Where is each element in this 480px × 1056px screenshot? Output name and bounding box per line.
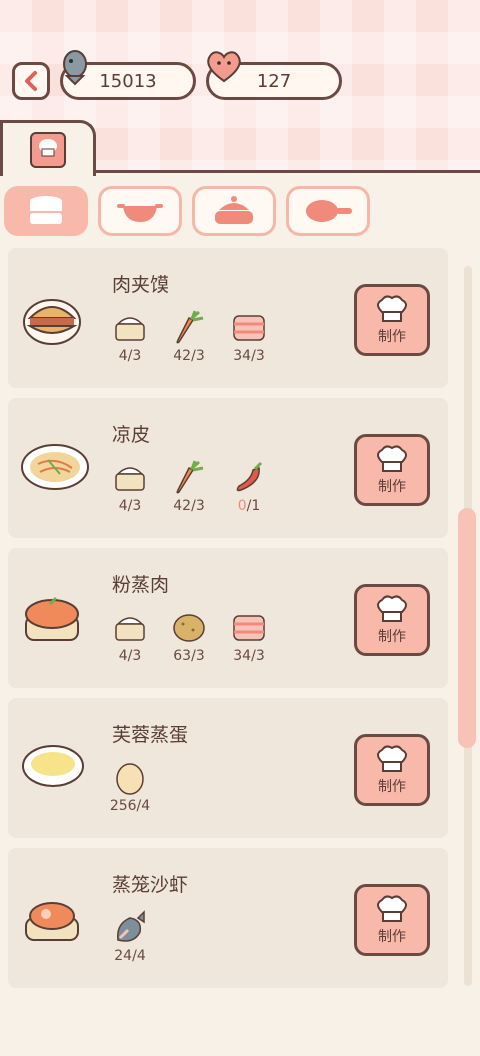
meat-icon bbox=[233, 315, 265, 341]
recipe-list: 肉夹馍 4/3 42/3 34/3 制作 凉皮 4/3 42/3 0/1 制作 … bbox=[0, 248, 480, 1056]
ingredient: 256/4 bbox=[100, 760, 160, 814]
fish-icon bbox=[117, 910, 145, 942]
make-button[interactable]: 制作 bbox=[354, 584, 430, 656]
carrot-icon bbox=[176, 460, 204, 494]
tab-recipe-book[interactable] bbox=[0, 120, 96, 176]
make-button[interactable]: 制作 bbox=[354, 284, 430, 356]
dish-name: 肉夹馍 bbox=[112, 274, 170, 296]
recipe-book-icon bbox=[30, 132, 66, 168]
recipe-card: 凉皮 4/3 42/3 0/1 制作 bbox=[8, 398, 448, 538]
heart-count: 127 bbox=[256, 70, 292, 92]
chef-hat-icon bbox=[377, 895, 407, 922]
dish-name: 蒸笼沙虾 bbox=[112, 874, 189, 896]
fish-icon bbox=[63, 50, 87, 86]
make-button[interactable]: 制作 bbox=[354, 434, 430, 506]
tab-pot[interactable] bbox=[192, 186, 276, 236]
tab-wok[interactable] bbox=[98, 186, 182, 236]
recipe-card: 芙蓉蒸蛋 256/4 制作 bbox=[8, 698, 448, 838]
ingredient-count: 4/3 bbox=[118, 648, 142, 664]
make-button-label: 制作 bbox=[378, 479, 406, 495]
potato-icon bbox=[173, 614, 205, 642]
steamed-egg-icon bbox=[22, 745, 84, 787]
fish-count: 15013 bbox=[99, 70, 157, 92]
make-button-label: 制作 bbox=[378, 629, 406, 645]
ingredient: 4/3 bbox=[100, 610, 160, 664]
ingredient-count: 4/3 bbox=[118, 348, 142, 364]
ingredient-count: 63/3 bbox=[173, 648, 205, 664]
tab-frying-pan[interactable] bbox=[286, 186, 370, 236]
chef-hat-icon bbox=[377, 745, 407, 772]
chevron-left-icon bbox=[25, 71, 37, 91]
ingredient-count: 42/3 bbox=[173, 348, 205, 364]
steamed-shrimp-icon bbox=[25, 902, 79, 941]
ingredient: 0/1 bbox=[219, 460, 279, 514]
ingredient-count: 24/4 bbox=[114, 948, 146, 964]
dish-name: 粉蒸肉 bbox=[112, 574, 170, 596]
roujiamo-icon bbox=[23, 299, 81, 345]
meat-icon bbox=[233, 615, 265, 641]
ingredient-count: 42/3 bbox=[173, 498, 205, 514]
scrollbar-thumb[interactable] bbox=[458, 508, 476, 748]
chili-icon bbox=[236, 461, 263, 492]
ingredient-count: 34/3 bbox=[233, 648, 265, 664]
chef-hat-icon bbox=[377, 595, 407, 622]
flour-icon bbox=[115, 317, 145, 341]
make-button-label: 制作 bbox=[378, 329, 406, 345]
tab-steamer[interactable] bbox=[4, 186, 88, 236]
chef-hat-icon bbox=[377, 295, 407, 322]
ingredient: 34/3 bbox=[219, 610, 279, 664]
frying-pan-icon bbox=[306, 200, 352, 222]
liangpi-icon bbox=[21, 444, 89, 490]
ingredient: 42/3 bbox=[159, 310, 219, 364]
chef-hat-icon bbox=[377, 445, 407, 472]
fenzhengrou-icon bbox=[25, 596, 79, 641]
ingredient: 63/3 bbox=[159, 610, 219, 664]
carrot-icon bbox=[176, 310, 204, 344]
dish-name: 凉皮 bbox=[112, 424, 151, 446]
recipe-card: 蒸笼沙虾 24/4 制作 bbox=[8, 848, 448, 988]
heart-icon bbox=[207, 51, 241, 83]
egg-icon bbox=[116, 763, 144, 795]
category-tabs bbox=[0, 186, 480, 238]
make-button-label: 制作 bbox=[378, 779, 406, 795]
ingredient-count: 0/1 bbox=[237, 498, 261, 514]
wok-icon bbox=[117, 204, 163, 222]
ingredient-count: 4/3 bbox=[118, 498, 142, 514]
make-button[interactable]: 制作 bbox=[354, 884, 430, 956]
pot-icon bbox=[215, 196, 253, 224]
recipe-card: 粉蒸肉 4/3 63/3 34/3 制作 bbox=[8, 548, 448, 688]
ingredient-count: 34/3 bbox=[233, 348, 265, 364]
ingredient-count: 256/4 bbox=[109, 798, 151, 814]
ingredient: 34/3 bbox=[219, 310, 279, 364]
recipe-card: 肉夹馍 4/3 42/3 34/3 制作 bbox=[8, 248, 448, 388]
ingredient: 4/3 bbox=[100, 460, 160, 514]
steamer-icon bbox=[30, 196, 62, 224]
ingredient: 24/4 bbox=[100, 910, 160, 964]
make-button-label: 制作 bbox=[378, 929, 406, 945]
ingredient: 42/3 bbox=[159, 460, 219, 514]
dish-name: 芙蓉蒸蛋 bbox=[112, 724, 189, 746]
flour-icon bbox=[115, 617, 145, 641]
ingredient: 4/3 bbox=[100, 310, 160, 364]
back-button[interactable] bbox=[12, 62, 50, 100]
flour-icon bbox=[115, 467, 145, 491]
make-button[interactable]: 制作 bbox=[354, 734, 430, 806]
